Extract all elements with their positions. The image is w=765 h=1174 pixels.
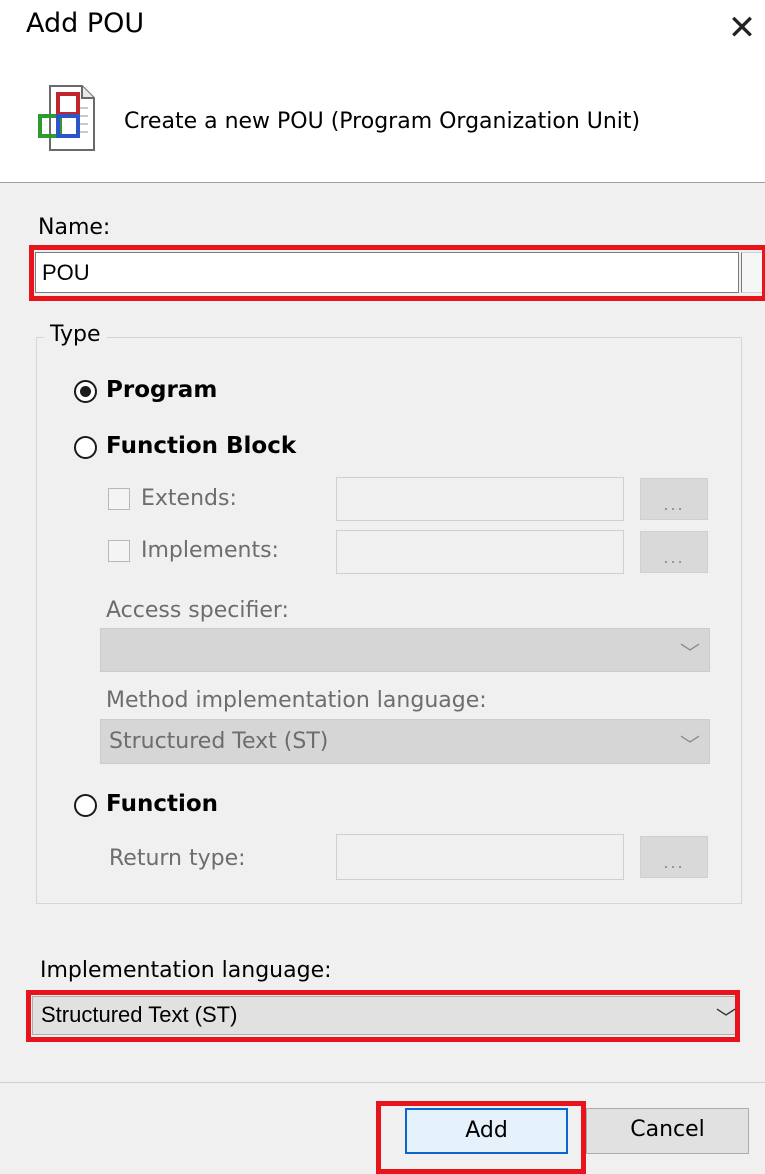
implements-input[interactable]	[336, 530, 624, 574]
implementation-language-chevron-icon: ﹀	[716, 1006, 736, 1030]
footer-separator	[0, 1082, 765, 1083]
return-type-input[interactable]	[336, 834, 624, 880]
method-language-label: Method implementation language:	[106, 688, 487, 713]
implements-checkbox[interactable]	[108, 540, 130, 562]
dialog-description: Create a new POU (Program Organization U…	[124, 109, 641, 134]
pou-document-icon	[36, 84, 100, 152]
implementation-language-label: Implementation language:	[40, 958, 332, 983]
method-language-select[interactable]: Structured Text (ST)	[100, 719, 710, 764]
access-specifier-select[interactable]	[100, 628, 710, 672]
dialog-title: Add POU	[26, 8, 145, 39]
program-label[interactable]: Program	[106, 377, 217, 403]
access-specifier-label: Access specifier:	[106, 598, 289, 623]
function-label[interactable]: Function	[106, 791, 218, 817]
close-icon[interactable]: ✕	[722, 8, 762, 48]
extends-checkbox[interactable]	[108, 488, 130, 510]
access-specifier-chevron-icon: ﹀	[680, 641, 700, 665]
function-block-label[interactable]: Function Block	[106, 433, 296, 459]
function-radio[interactable]	[74, 794, 97, 817]
program-radio[interactable]	[74, 380, 97, 403]
extends-input[interactable]	[336, 477, 624, 521]
name-label: Name:	[38, 215, 111, 240]
name-input-scroll	[741, 252, 765, 293]
extends-label: Extends:	[141, 486, 237, 511]
method-language-chevron-icon: ﹀	[680, 733, 700, 757]
function-block-radio[interactable]	[74, 436, 97, 459]
implementation-language-select[interactable]: Structured Text (ST)	[32, 996, 740, 1035]
cancel-button[interactable]: Cancel	[586, 1108, 749, 1154]
extends-browse-button[interactable]: ...	[640, 478, 708, 520]
name-input[interactable]: POU	[35, 252, 739, 293]
type-legend: Type	[44, 322, 107, 347]
header-separator	[0, 182, 765, 183]
add-button[interactable]: Add	[405, 1108, 568, 1154]
return-type-browse-button[interactable]: ...	[640, 836, 708, 878]
implements-label: Implements:	[141, 538, 279, 563]
implements-browse-button[interactable]: ...	[640, 531, 708, 573]
return-type-label: Return type:	[109, 846, 246, 871]
